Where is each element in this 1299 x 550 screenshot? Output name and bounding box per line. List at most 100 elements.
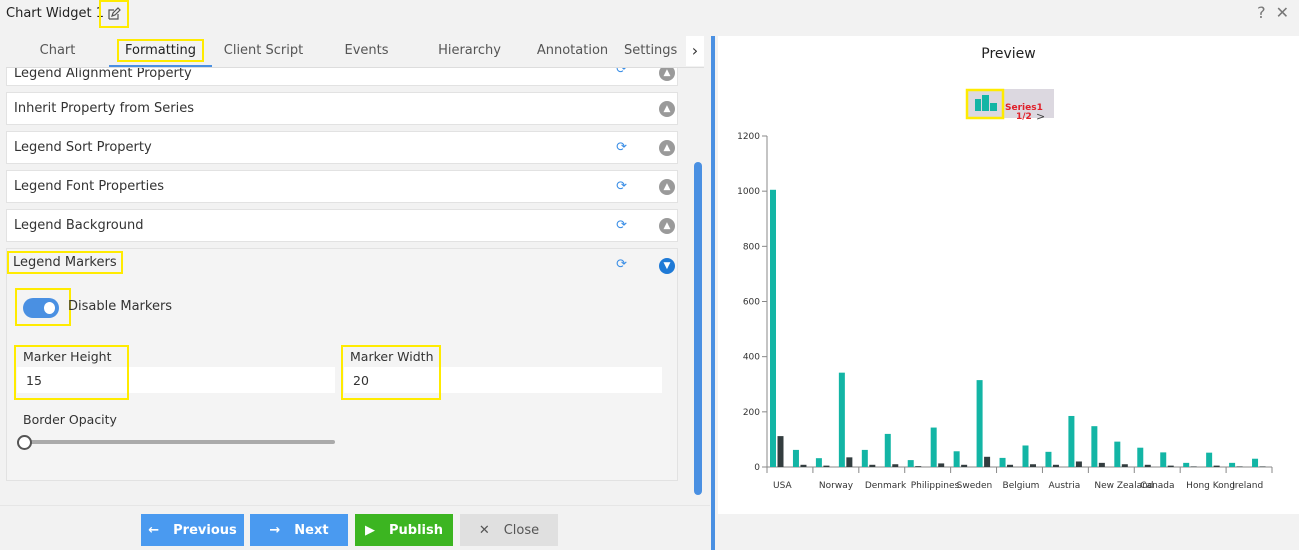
- section-header[interactable]: Legend Markers: [7, 251, 123, 274]
- bar-series2: [1236, 466, 1243, 467]
- tab-settings[interactable]: Settings: [624, 36, 684, 67]
- section-legend-alignment[interactable]: Legend Alignment Property ⟳ ▲: [6, 68, 678, 86]
- help-button[interactable]: ?: [1257, 3, 1266, 22]
- close-window-button[interactable]: ✕: [1276, 3, 1289, 22]
- legend-next-page-icon[interactable]: >: [1036, 110, 1045, 123]
- bar-series2: [938, 463, 945, 467]
- tab-chart[interactable]: Chart: [6, 36, 109, 67]
- border-opacity-label: Border Opacity: [23, 412, 117, 427]
- tab-hierarchy[interactable]: Hierarchy: [418, 36, 521, 67]
- close-icon: ✕: [478, 522, 490, 538]
- bar-series2: [1075, 461, 1082, 467]
- section-legend-background[interactable]: Legend Background ⟳ ▲: [6, 209, 678, 242]
- bar-series2: [1007, 464, 1014, 467]
- bar-series2: [800, 464, 807, 467]
- section-inherit-property[interactable]: Inherit Property from Series ▲: [6, 92, 678, 125]
- legend-marker-icon: [975, 99, 981, 111]
- bar-series1: [1252, 458, 1259, 467]
- marker-width-label: Marker Width: [350, 349, 434, 364]
- tab-formatting[interactable]: Formatting: [109, 36, 212, 67]
- refresh-icon[interactable]: ⟳: [616, 171, 627, 202]
- previous-button[interactable]: ← Previous: [141, 514, 244, 546]
- bar-chart: Series1 1/2 > 0 200 400 600 800 1000 1200 USA No…: [737, 88, 1273, 491]
- section-legend-sort[interactable]: Legend Sort Property ⟳ ▲: [6, 131, 678, 164]
- legend-marker-icon: [982, 95, 989, 111]
- bar-series1: [1137, 447, 1144, 467]
- refresh-icon[interactable]: ⟳: [616, 210, 627, 241]
- next-button[interactable]: → Next: [250, 514, 348, 546]
- bar-series1: [770, 189, 776, 467]
- bar-series1: [1229, 462, 1236, 467]
- chevron-up-icon[interactable]: ▲: [659, 179, 675, 195]
- x-tick-label: USA: [773, 481, 792, 491]
- x-tick-label: Sweden: [957, 481, 993, 491]
- refresh-icon[interactable]: ⟳: [616, 68, 627, 79]
- marker-width-input[interactable]: [344, 367, 662, 393]
- section-legend-markers: Legend Markers ⟳ ▼ Disable Markers Marke…: [6, 248, 678, 481]
- bar-series2: [915, 466, 922, 467]
- tab-events[interactable]: Events: [315, 36, 418, 67]
- bar-series1: [1160, 452, 1167, 467]
- chevron-down-icon[interactable]: ▼: [659, 258, 675, 274]
- vertical-scrollbar[interactable]: [694, 162, 702, 495]
- edit-title-button[interactable]: [99, 0, 129, 28]
- legend-page: 1/2: [1016, 112, 1032, 122]
- marker-height-input[interactable]: [17, 367, 335, 393]
- refresh-icon[interactable]: ⟳: [616, 257, 627, 272]
- bar-series1: [861, 449, 868, 467]
- chevron-up-icon[interactable]: ▲: [659, 218, 675, 234]
- chevron-up-icon[interactable]: ▲: [659, 101, 675, 117]
- bar-series2: [892, 464, 899, 467]
- bar-series1: [953, 451, 960, 467]
- disable-markers-toggle[interactable]: [23, 298, 59, 318]
- arrow-right-icon: →: [269, 522, 281, 538]
- bar-series1: [1206, 452, 1213, 467]
- bar-series2: [777, 436, 784, 467]
- widget-title: Chart Widget 1: [6, 6, 105, 21]
- tab-annotation[interactable]: Annotation: [521, 36, 624, 67]
- legend[interactable]: Series1 1/2 >: [965, 88, 1054, 123]
- bar-series2: [823, 465, 830, 467]
- tab-client-script[interactable]: Client Script: [212, 36, 315, 67]
- slider-thumb[interactable]: [17, 435, 32, 450]
- preview-panel: Preview Series1 1/2 > 0 200 400 600 800 1000 1…: [718, 36, 1299, 514]
- chevron-up-icon[interactable]: ▲: [659, 140, 675, 156]
- bar-series2: [869, 464, 876, 467]
- bar-series1: [1114, 441, 1121, 467]
- bar-series1: [907, 460, 914, 467]
- panel-resize-handle[interactable]: [711, 36, 715, 550]
- bar-series2: [1144, 464, 1151, 467]
- y-tick-label: 1200: [737, 132, 760, 142]
- play-icon: ▶: [365, 522, 375, 538]
- tabs-scroll-right-button[interactable]: ›: [686, 36, 704, 66]
- bar-series2: [1167, 465, 1174, 467]
- refresh-icon[interactable]: ⟳: [616, 132, 627, 163]
- bar-series1: [1068, 415, 1075, 467]
- bar-series1: [815, 458, 822, 467]
- bar-series2: [1213, 465, 1220, 467]
- legend-marker-icon: [990, 103, 997, 111]
- bar-series1: [930, 427, 937, 467]
- y-tick-label: 0: [754, 463, 760, 473]
- x-tick-label: Norway: [819, 481, 854, 491]
- slider-track: [17, 440, 335, 444]
- close-button[interactable]: ✕ Close: [460, 514, 558, 546]
- bar-series2: [1259, 466, 1266, 467]
- bar-series1: [1022, 445, 1029, 467]
- bar-series2: [1098, 462, 1105, 467]
- bar-series2: [961, 464, 968, 467]
- arrow-left-icon: ←: [148, 522, 160, 538]
- x-tick-label: Canada: [1140, 481, 1174, 491]
- bar-series1: [1091, 426, 1098, 467]
- bar-series2: [846, 457, 853, 467]
- section-legend-font[interactable]: Legend Font Properties ⟳ ▲: [6, 170, 678, 203]
- x-tick-label: Hong Kong: [1186, 481, 1235, 491]
- chevron-up-icon[interactable]: ▲: [659, 68, 675, 81]
- bar-series1: [1183, 462, 1190, 467]
- edit-icon: [108, 7, 121, 20]
- publish-button[interactable]: ▶ Publish: [355, 514, 453, 546]
- border-opacity-slider[interactable]: [17, 435, 335, 450]
- bar-series2: [1190, 466, 1197, 467]
- y-tick-label: 800: [743, 242, 760, 252]
- bar-series2: [1030, 464, 1036, 467]
